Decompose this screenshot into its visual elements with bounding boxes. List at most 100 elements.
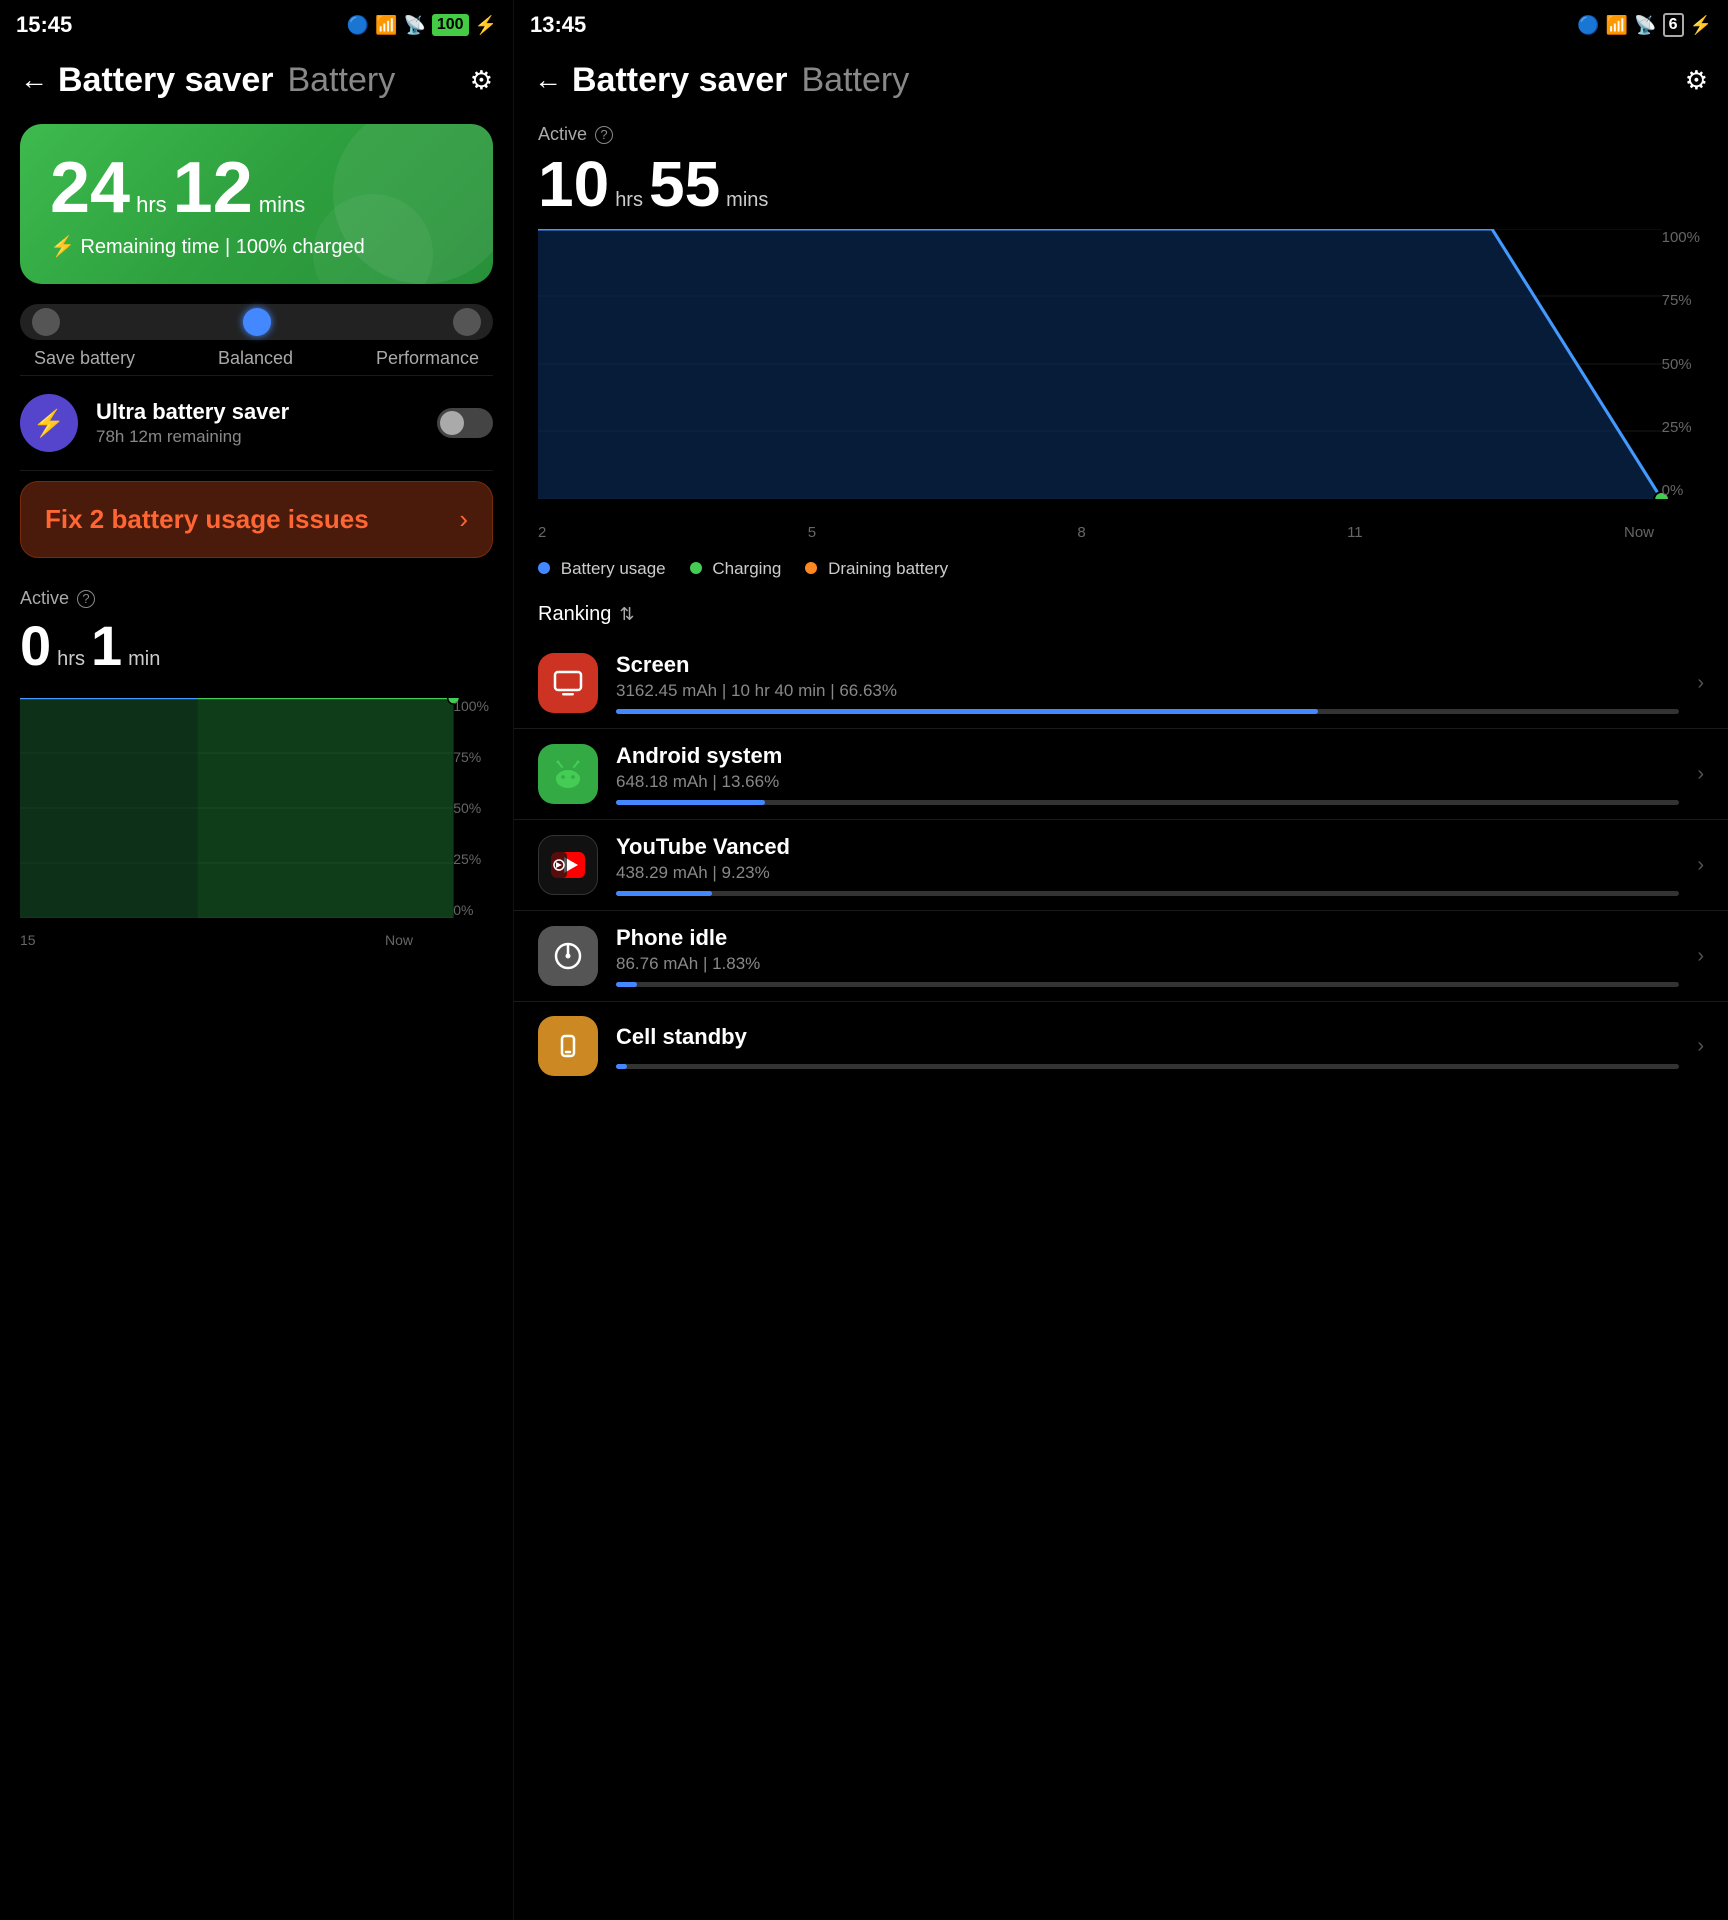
right-title-sub: Battery <box>801 61 909 100</box>
battery-hrs-label: hrs <box>136 192 167 218</box>
left-title-sub: Battery <box>287 61 395 100</box>
right-active-mins-label: mins <box>726 189 768 212</box>
r-bluetooth-icon: 🔵 <box>1577 15 1599 36</box>
cell-bar-track <box>616 1064 1679 1069</box>
right-title-main: Battery saver <box>572 61 787 100</box>
youtube-bar-fill <box>616 891 712 896</box>
slider-track[interactable] <box>20 304 493 340</box>
r-info-icon: ? <box>595 126 613 144</box>
ultra-subtitle: 78h 12m remaining <box>96 427 419 447</box>
screen-stats: 3162.45 mAh | 10 hr 40 min | 66.63% <box>616 681 1679 701</box>
left-settings-icon[interactable]: ⚙ <box>470 65 493 96</box>
youtube-info: YouTube Vanced 438.29 mAh | 9.23% <box>616 834 1679 896</box>
left-status-icons: 🔵 📶 📡 100 ⚡ <box>347 14 497 36</box>
left-active-hours: 0 <box>20 613 51 678</box>
mode-balanced-label: Balanced <box>218 348 293 369</box>
remaining-text: ⚡ Remaining time | 100% charged <box>50 234 463 259</box>
left-active-time: 0 hrs 1 min <box>20 613 493 678</box>
mode-balanced-dot[interactable] <box>243 308 271 336</box>
chart-x-2: 2 <box>538 524 546 541</box>
mode-save-dot[interactable] <box>32 308 60 336</box>
left-chart-svg <box>20 698 493 918</box>
cell-name: Cell standby <box>616 1024 1679 1050</box>
right-chart-x-labels: 2 5 8 11 Now <box>538 524 1654 541</box>
right-title-group: Battery saver Battery <box>562 61 1685 100</box>
right-active-hrs-label: hrs <box>615 189 643 212</box>
legend-dot-draining <box>805 562 817 574</box>
left-active-mins: 1 <box>91 613 122 678</box>
r-charging-icon: ⚡ <box>1690 15 1712 36</box>
app-list: Screen 3162.45 mAh | 10 hr 40 min | 66.6… <box>514 638 1728 1090</box>
battery-mins: 12 <box>173 152 253 224</box>
left-chart-x-end: Now <box>385 932 413 948</box>
left-active-section: Active ? 0 hrs 1 min <box>0 568 513 688</box>
left-time: 15:45 <box>16 12 72 38</box>
r-signal-icon: 📶 <box>1606 15 1628 36</box>
cell-bar-fill <box>616 1064 627 1069</box>
left-chart: 100% 75% 50% 25% 0% 15 Now <box>20 698 493 948</box>
screen-chevron: › <box>1697 672 1704 695</box>
ultra-toggle[interactable] <box>437 408 493 438</box>
ultra-saver-row: ⚡ Ultra battery saver 78h 12m remaining <box>0 376 513 470</box>
fix-issues-button[interactable]: Fix 2 battery usage issues › <box>20 481 493 558</box>
battery-time-display: 24 hrs 12 mins <box>50 152 463 224</box>
ranking-label: Ranking <box>538 603 611 626</box>
info-icon: ? <box>77 590 95 608</box>
chart-x-11: 11 <box>1347 524 1363 541</box>
screen-info: Screen 3162.45 mAh | 10 hr 40 min | 66.6… <box>616 652 1679 714</box>
mode-labels: Save battery Balanced Performance <box>20 340 493 369</box>
legend-dot-charging <box>690 562 702 574</box>
left-panel: 15:45 🔵 📶 📡 100 ⚡ ← Battery saver Batter… <box>0 0 514 1920</box>
screen-bar-track <box>616 709 1679 714</box>
ranking-sort-icon[interactable]: ⇅ <box>619 604 634 625</box>
phone-idle-bar-track <box>616 982 1679 987</box>
youtube-icon <box>538 835 598 895</box>
chart-x-8: 8 <box>1077 524 1085 541</box>
ranking-bar[interactable]: Ranking ⇅ <box>514 591 1728 638</box>
left-chart-x-start: 15 <box>20 932 36 948</box>
android-info: Android system 648.18 mAh | 13.66% <box>616 743 1679 805</box>
battery-card: 24 hrs 12 mins ⚡ Remaining time | 100% c… <box>20 124 493 284</box>
app-row-android[interactable]: Android system 648.18 mAh | 13.66% › <box>514 729 1728 820</box>
divider-2 <box>20 470 493 471</box>
right-active-section: Active ? 10 hrs 55 mins <box>514 110 1728 229</box>
right-active-mins: 55 <box>649 147 720 221</box>
ultra-title: Ultra battery saver <box>96 399 419 425</box>
app-row-cell[interactable]: Cell standby › <box>514 1002 1728 1090</box>
left-active-hrs-label: hrs <box>57 648 85 671</box>
mode-performance-dot[interactable] <box>453 308 481 336</box>
mode-slider-container[interactable]: Save battery Balanced Performance <box>20 304 493 369</box>
legend-dot-battery <box>538 562 550 574</box>
right-chart-y-labels: 100% 75% 50% 25% 0% <box>1662 229 1704 499</box>
left-header: ← Battery saver Battery ⚙ <box>0 50 513 110</box>
app-row-screen[interactable]: Screen 3162.45 mAh | 10 hr 40 min | 66.6… <box>514 638 1728 729</box>
right-back-button[interactable]: ← <box>534 64 562 96</box>
left-status-bar: 15:45 🔵 📶 📡 100 ⚡ <box>0 0 513 50</box>
phone-idle-info: Phone idle 86.76 mAh | 1.83% <box>616 925 1679 987</box>
cell-chevron: › <box>1697 1035 1704 1058</box>
wifi-icon: 📡 <box>403 15 425 36</box>
phone-idle-name: Phone idle <box>616 925 1679 951</box>
right-active-hours: 10 <box>538 147 609 221</box>
left-back-button[interactable]: ← <box>20 64 48 96</box>
android-name: Android system <box>616 743 1679 769</box>
right-active-label: Active ? <box>538 124 1704 145</box>
youtube-bar-track <box>616 891 1679 896</box>
phone-idle-stats: 86.76 mAh | 1.83% <box>616 954 1679 974</box>
right-settings-icon[interactable]: ⚙ <box>1685 65 1708 96</box>
battery-hours: 24 <box>50 152 130 224</box>
ultra-icon: ⚡ <box>20 394 78 452</box>
fix-issues-text: Fix 2 battery usage issues <box>45 504 369 535</box>
fix-arrow-icon: › <box>459 504 468 535</box>
android-bar-fill <box>616 800 765 805</box>
signal-icon: 📶 <box>375 15 397 36</box>
android-icon <box>538 744 598 804</box>
left-title-main: Battery saver <box>58 61 273 100</box>
app-row-phone-idle[interactable]: Phone idle 86.76 mAh | 1.83% › <box>514 911 1728 1002</box>
screen-name: Screen <box>616 652 1679 678</box>
left-chart-y-labels: 100% 75% 50% 25% 0% <box>449 698 493 918</box>
right-status-icons: 🔵 📶 📡 6 ⚡ <box>1577 13 1712 37</box>
ultra-text: Ultra battery saver 78h 12m remaining <box>96 399 419 447</box>
app-row-youtube[interactable]: YouTube Vanced 438.29 mAh | 9.23% › <box>514 820 1728 911</box>
chart-legend: Battery usage Charging Draining battery <box>514 547 1728 591</box>
